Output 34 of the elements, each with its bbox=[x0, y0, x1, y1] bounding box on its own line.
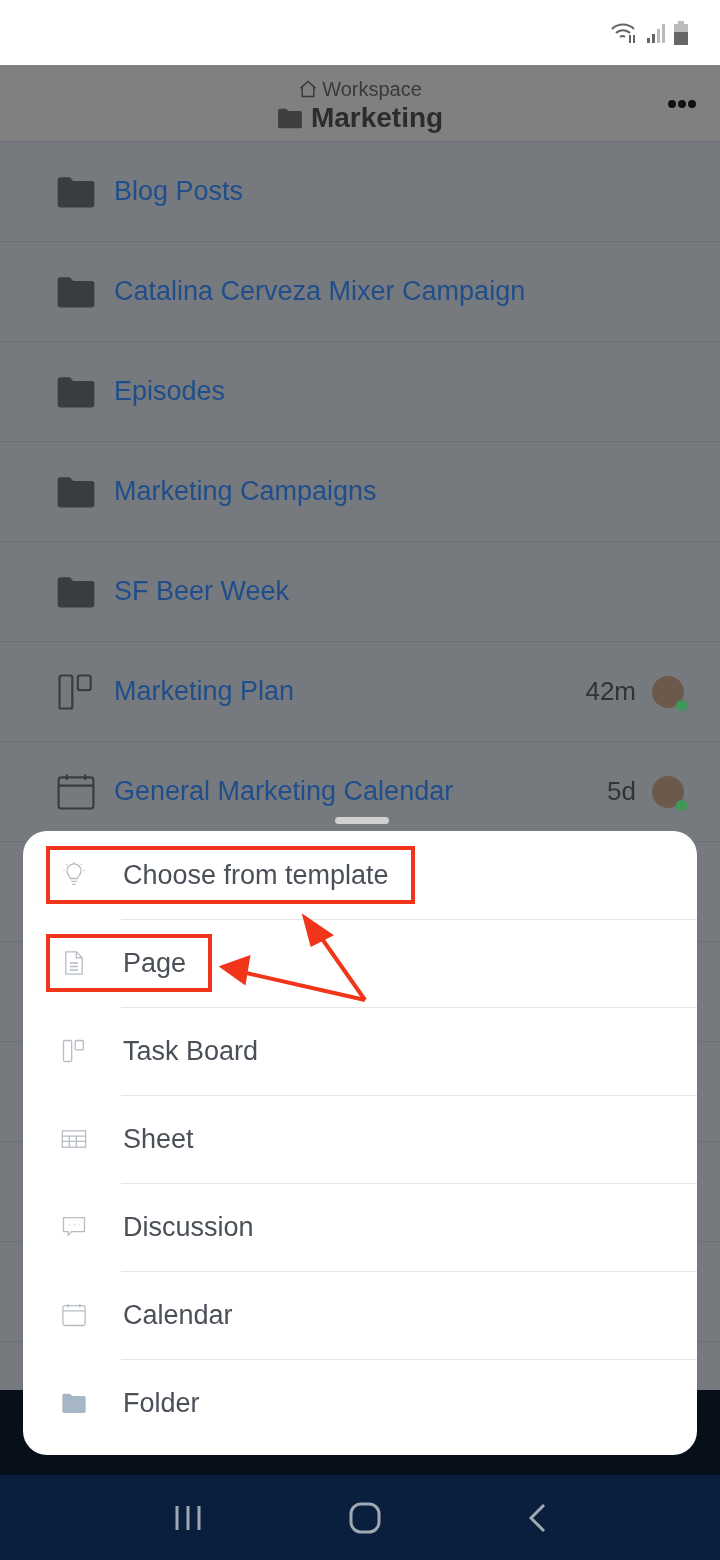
more-icon[interactable] bbox=[667, 99, 697, 109]
menu-item[interactable]: Choose from template bbox=[46, 846, 415, 904]
battery-icon bbox=[674, 20, 688, 45]
item-name: Marketing Plan bbox=[114, 675, 296, 709]
recent-apps-icon[interactable] bbox=[173, 1503, 203, 1532]
menu-item[interactable]: Sheet bbox=[46, 1110, 220, 1168]
list-item[interactable]: SF Beer Week bbox=[0, 542, 720, 642]
item-name: Marketing Campaigns bbox=[114, 475, 378, 509]
modified-time: 42m bbox=[585, 675, 636, 708]
list-item[interactable]: Catalina Cerveza Mixer Campaign bbox=[0, 242, 720, 342]
page-title: Marketing bbox=[310, 104, 444, 132]
item-name: SF Beer Week bbox=[114, 575, 291, 609]
item-name: Catalina Cerveza Mixer Campaign bbox=[114, 275, 527, 309]
item-name: General Marketing Calendar bbox=[114, 775, 455, 809]
folder-icon bbox=[276, 106, 303, 130]
menu-item[interactable]: Folder bbox=[46, 1374, 226, 1432]
back-icon[interactable] bbox=[527, 1502, 547, 1533]
signal-icon bbox=[646, 21, 666, 44]
menu-item[interactable]: Task Board bbox=[46, 1022, 285, 1080]
calendar-icon bbox=[60, 1301, 88, 1329]
menu-item[interactable]: Discussion bbox=[46, 1198, 280, 1256]
list-item[interactable]: Marketing Plan 42m bbox=[0, 642, 720, 742]
menu-item[interactable]: Page bbox=[46, 934, 213, 992]
item-name: Episodes bbox=[114, 375, 227, 409]
list-item[interactable]: Episodes bbox=[0, 342, 720, 442]
home-icon bbox=[298, 79, 319, 99]
item-name: Blog Posts bbox=[114, 175, 245, 209]
list-item[interactable]: Blog Posts bbox=[0, 142, 720, 242]
breadcrumb-link[interactable]: Workspace bbox=[322, 74, 422, 104]
home-button-icon[interactable] bbox=[349, 1501, 381, 1534]
modified-time: 5d bbox=[607, 775, 636, 808]
menu-item[interactable]: Calendar bbox=[46, 1286, 259, 1344]
drag-handle[interactable] bbox=[335, 817, 389, 824]
list-item[interactable]: Marketing Campaigns bbox=[0, 442, 720, 542]
